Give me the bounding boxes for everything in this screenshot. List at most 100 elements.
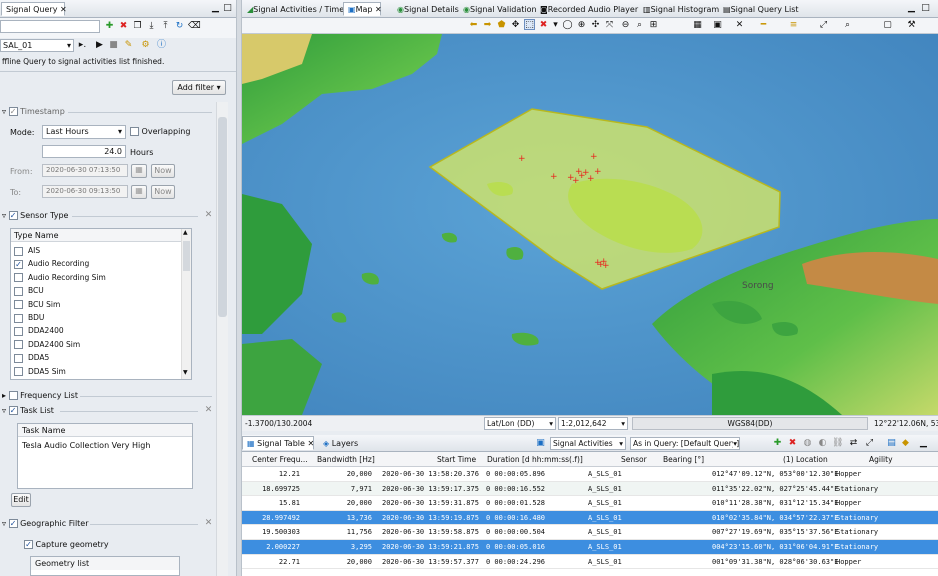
signal-marker[interactable]: + xyxy=(550,172,558,182)
query-filter-select[interactable]: As in Query: [Default Query] ▾ xyxy=(630,437,740,450)
task-list-section-header[interactable]: ▿ ✓ Task List xyxy=(2,406,54,415)
frequency-list-checkbox[interactable] xyxy=(8,391,18,400)
columns-icon[interactable]: ◐ xyxy=(817,438,828,449)
signal-marker[interactable]: + xyxy=(594,167,602,177)
line-tool-icon[interactable]: ━ xyxy=(758,20,769,31)
play-icon[interactable]: ▶ xyxy=(94,40,105,51)
collapse-icon[interactable]: ▸ xyxy=(2,391,6,400)
sensor-list-scrollbar[interactable]: ▲ ▼ xyxy=(181,229,191,379)
sensor-type-item-checkbox[interactable] xyxy=(14,300,23,310)
sensor-type-item[interactable]: ✓ Audio Recording xyxy=(14,257,180,270)
geographic-filter-checkbox[interactable]: ✓ xyxy=(8,519,18,528)
back-icon[interactable]: ⬅ xyxy=(468,20,479,31)
sensor-type-checkbox[interactable]: ✓ xyxy=(8,211,18,220)
timestamp-checkbox[interactable]: ✓ xyxy=(8,107,18,116)
sensor-type-item[interactable]: BCU Sim xyxy=(14,298,180,311)
overlapping-option[interactable]: Overlapping xyxy=(130,127,190,136)
scroll-up-icon[interactable]: ▲ xyxy=(183,229,188,236)
tab-signal-table[interactable]: ▦ Signal Table ✕ xyxy=(242,436,314,450)
sensor-type-item[interactable]: DDA2400 Sim xyxy=(14,338,180,351)
add-filter-button[interactable]: Add filter ▾ xyxy=(172,80,226,95)
table-row[interactable]: 22.71 20,000 2020-06-30 13:59:57.377 0 00:0… xyxy=(242,555,938,570)
marker-icon[interactable]: ✕ xyxy=(734,20,745,31)
sensor-type-item-checkbox[interactable] xyxy=(14,326,23,336)
sensor-type-section-header[interactable]: ▿ ✓ Sensor Type xyxy=(2,211,68,220)
capture-geometry-option[interactable]: ✓ Capture geometry xyxy=(24,540,109,549)
tab-recorded-audio-player[interactable]: ◙Recorded Audio Player xyxy=(535,2,638,16)
signal-marker[interactable]: + xyxy=(567,173,575,183)
minimize-icon[interactable]: ▁ xyxy=(906,3,917,14)
remove-filter-icon[interactable]: ✕ xyxy=(203,210,214,221)
zoom-fit-icon[interactable]: ✣ xyxy=(590,20,601,31)
maximize-icon[interactable]: □ xyxy=(920,3,931,14)
table-row[interactable]: 28.997492 13,736 2020-06-30 13:59:19.875 0 … xyxy=(242,510,938,526)
search-icon[interactable]: ⌕ xyxy=(842,20,853,31)
scroll-down-icon[interactable]: ▼ xyxy=(183,369,188,376)
import-icon[interactable]: ⤓ xyxy=(146,21,157,32)
export-map-icon[interactable]: ⤢ xyxy=(818,20,829,31)
overlapping-checkbox[interactable] xyxy=(130,127,139,136)
remove-filter-icon[interactable]: ✕ xyxy=(203,518,214,529)
clear-icon[interactable]: ⌫ xyxy=(188,21,201,32)
timestamp-section-header[interactable]: ▿ ✓ Timestamp xyxy=(2,107,65,116)
table-row[interactable]: 15.81 20,000 2020-06-30 13:59:31.875 0 00:0… xyxy=(242,496,938,511)
tab-signal-query[interactable]: Signal Query ✕ xyxy=(1,2,67,16)
to-now-button[interactable]: Now xyxy=(151,185,175,199)
sensor-type-item-checkbox[interactable]: ✓ xyxy=(14,259,23,269)
table-row[interactable]: 19.500303 11,756 2020-06-30 13:59:58.875 0 … xyxy=(242,525,938,540)
header-location[interactable]: (1) Location xyxy=(783,455,828,464)
task-list-checkbox[interactable]: ✓ xyxy=(8,406,18,415)
delete-icon[interactable]: ✖ xyxy=(118,21,129,32)
sensor-type-item-checkbox[interactable] xyxy=(14,353,23,363)
select-tool-icon[interactable]: ⬚ xyxy=(524,19,535,30)
remove-filter-icon[interactable]: ✕ xyxy=(203,405,214,416)
from-now-button[interactable]: Now xyxy=(151,164,175,178)
zoom-extent-icon[interactable]: ⤧ xyxy=(604,20,615,31)
table-row[interactable]: 12.21 20,000 2020-06-30 13:58:20.376 0 00:0… xyxy=(242,467,938,482)
header-sensor[interactable]: Sensor xyxy=(621,455,647,464)
tab-signal-validation[interactable]: ◉Signal Validation xyxy=(458,2,537,16)
run-menu-icon[interactable]: ▸. xyxy=(77,40,88,51)
circle-icon[interactable]: ◯ xyxy=(562,20,573,31)
close-icon[interactable]: ✕ xyxy=(307,439,314,448)
query-combo-top[interactable] xyxy=(0,20,100,33)
scale-select[interactable]: 1:2,012,642 ▾ xyxy=(558,417,628,430)
to-input[interactable]: 2020-06-30 09:13:50 xyxy=(42,185,128,198)
add-icon[interactable]: ✚ xyxy=(104,21,115,32)
cancel-icon[interactable]: ✖ xyxy=(538,20,549,31)
tab-map[interactable]: ▣Map ✕ xyxy=(343,2,382,16)
projection-select[interactable]: Lat/Lon (DD) ▾ xyxy=(484,417,556,430)
magnify-icon[interactable]: ⌕ xyxy=(634,20,645,31)
filter-icon[interactable]: ◍ xyxy=(802,438,813,449)
header-agility[interactable]: Agility xyxy=(869,455,893,464)
sensor-type-item-checkbox[interactable] xyxy=(14,340,23,350)
header-bandwidth[interactable]: Bandwidth [Hz] xyxy=(317,455,375,464)
measure-icon[interactable]: ⊞ xyxy=(648,20,659,31)
overview-icon[interactable]: ▢ xyxy=(882,20,893,31)
zoom-out-icon[interactable]: ⊖ xyxy=(620,20,631,31)
sensor-type-item-checkbox[interactable] xyxy=(14,313,23,323)
table-row[interactable]: 2.000227 3,295 2020-06-30 13:59:21.875 0 00… xyxy=(242,540,938,555)
mode-select[interactable]: Last Hours ▾ xyxy=(42,125,126,139)
close-icon[interactable]: ✕ xyxy=(60,5,67,14)
sensor-type-item[interactable]: DDA5 xyxy=(14,351,180,364)
sensor-type-item[interactable]: BDU xyxy=(14,311,180,324)
link-icon[interactable]: ⛓ xyxy=(832,438,843,449)
expand-icon[interactable]: ▿ xyxy=(2,211,6,220)
map-view[interactable]: + + + + + + + + + + + + + + Sorong xyxy=(242,34,938,415)
style-icon[interactable]: ≡ xyxy=(788,20,799,31)
to-picker-button[interactable]: ▦ xyxy=(131,185,147,199)
expand-icon[interactable]: ▿ xyxy=(2,107,6,116)
map-canvas[interactable]: + + + + + + + + + + + + + + Sorong xyxy=(242,34,938,415)
tools-icon[interactable]: ⚒ xyxy=(906,20,917,31)
from-picker-button[interactable]: ▦ xyxy=(131,164,147,178)
close-icon[interactable]: ✕ xyxy=(375,5,382,14)
export-icon[interactable]: ⤒ xyxy=(160,21,171,32)
table-row[interactable]: 18.699725 7,971 2020-06-30 13:59:17.375 0 0… xyxy=(242,481,938,497)
sensor-type-item-checkbox[interactable] xyxy=(14,286,23,296)
scroll-thumb[interactable] xyxy=(218,117,227,317)
edit-icon[interactable]: ✎ xyxy=(123,40,134,51)
from-input[interactable]: 2020-06-30 07:13:50 xyxy=(42,164,128,177)
zoom-in-icon[interactable]: ⊕ xyxy=(576,20,587,31)
geographic-filter-section-header[interactable]: ▿ ✓ Geographic Filter xyxy=(2,519,89,528)
